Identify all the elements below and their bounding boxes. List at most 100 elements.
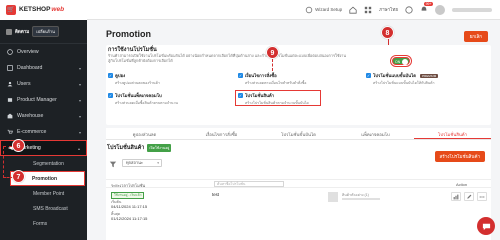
chevron-down-icon: ▾	[78, 81, 81, 87]
sidebar-item-users[interactable]: Users ▾	[0, 76, 87, 92]
shop-icon	[6, 28, 12, 35]
chat-button[interactable]	[477, 217, 495, 235]
sidebar-item-label: Product Manager	[17, 97, 57, 103]
users-icon	[7, 81, 13, 87]
wizard-setup-button[interactable]: Wizard Setup	[305, 6, 342, 14]
filter-icon	[109, 161, 117, 168]
option-combo[interactable]: ✓ โปรโมชั่นแพ็คเกจคอมโบ สร้างส่วนลดเมื่อซ…	[108, 92, 178, 106]
pencil-icon	[467, 194, 472, 199]
tab-bar: คูปองส่วนลด เงื่อนไขการสั่งซื้อ โปรโมชั่…	[106, 130, 491, 140]
tab-product-promotion[interactable]: โปรโมชั่นสินค้า	[414, 130, 491, 139]
callout-7: 7	[12, 170, 25, 183]
main-content: Promotion ยกเลิก การใช้งานโปรโมชั่น ร้าน…	[87, 20, 500, 240]
chevron-down-icon: ▾	[78, 97, 81, 103]
cart-logo-icon: 🛒	[6, 4, 16, 15]
create-promotion-button[interactable]: สร้างโปรโมชั่นสินค้า	[434, 151, 485, 162]
col-action: Action	[456, 182, 468, 187]
search-input[interactable]: ค้นหาชื่อโปรโมชั่น	[214, 181, 284, 187]
avatar[interactable]	[435, 4, 445, 15]
cart-icon	[7, 129, 13, 134]
chat-icon	[482, 223, 490, 230]
tab-tiered[interactable]: โปรโมชั่นขั้นบันได	[260, 130, 337, 139]
connector-line	[3, 146, 4, 178]
status-badge: ใช้งานอยู่ - เริ่มแล้ว	[111, 192, 145, 199]
promotion-settings-card: การใช้งานโปรโมชั่น ร้านค้าสามารถเปิดใช้ง…	[106, 45, 491, 125]
callout-8: 8	[381, 26, 394, 39]
view-button[interactable]	[451, 192, 461, 201]
list-title: โปรโมชั่นสินค้า เปิดใช้งานอยู่	[107, 144, 172, 152]
promotion-toggle[interactable]: ON	[390, 55, 412, 67]
sidebar-subitem-sms-broadcast[interactable]: SMS Broadcast	[0, 201, 87, 216]
sidebar-subitem-forms[interactable]: Forms	[0, 216, 87, 231]
start-date: 04/11/2024 11:17:15	[111, 204, 148, 209]
chevron-down-icon: ▾	[78, 65, 81, 71]
sidebar-item-label: Warehouse	[17, 113, 44, 119]
bell-icon	[421, 6, 427, 11]
checkbox[interactable]: ✓	[108, 93, 113, 98]
product-thumbnail	[328, 192, 338, 202]
cancel-button[interactable]: ยกเลิก	[463, 31, 488, 42]
connector-line	[272, 59, 273, 71]
table-row[interactable]: ใช้งานอยู่ - เริ่มแล้ว เริ่มต้น 04/11/20…	[106, 188, 491, 232]
status-badge: เปิดใช้งานอยู่	[147, 144, 172, 152]
tab-combo[interactable]: แพ็คเกจคอมโบ	[337, 130, 414, 139]
sidebar-item-dashboard[interactable]: Dashboard ▾	[0, 60, 87, 76]
warehouse-icon	[7, 113, 13, 119]
language-selector[interactable]: ภาษาไทย	[379, 6, 398, 13]
sidebar-item-ecommerce[interactable]: E-commerce ▾	[0, 124, 87, 140]
tab-order-condition[interactable]: เงื่อนไขการสั่งซื้อ	[183, 130, 260, 139]
status-filter-select[interactable]: ทุกสถานะ ▾	[122, 159, 162, 167]
sidebar-item-warehouse[interactable]: Warehouse ▾	[0, 108, 87, 124]
wand-icon	[305, 6, 313, 13]
connector-line	[388, 39, 389, 45]
sidebar-subitem-member-point[interactable]: Member Point	[0, 186, 87, 201]
more-icon	[479, 195, 485, 198]
tab-coupon[interactable]: คูปองส่วนลด	[106, 130, 183, 139]
wizard-label: Wizard Setup	[315, 7, 343, 12]
shop-name: ติดตาม	[15, 29, 30, 34]
chevron-down-icon: ▾	[78, 113, 81, 119]
notifications-button[interactable]: 99+	[420, 1, 433, 15]
option-desc: สร้างส่วนลดเมื่อซื้อสินค้าครบตามจำนวน	[115, 101, 178, 105]
toggle-knob	[402, 59, 408, 65]
premium-badge: PREMIUM	[420, 73, 439, 78]
sidebar-item-label: Dashboard	[17, 65, 43, 71]
option-tiered[interactable]: ✓ โปรโมชั่นแบบขั้นบันได PREMIUM สร้างโปรโม…	[366, 72, 439, 86]
filter-value: ทุกสถานะ	[126, 160, 144, 165]
shop-switcher[interactable]: ติดตาม เปลี่ยนร้าน	[0, 20, 87, 44]
callout-6: 6	[12, 139, 25, 152]
option-order-condition[interactable]: ✓ เงื่อนไขการสั่งซื้อ สร้างส่วนลดตามเงื่อ…	[238, 72, 306, 86]
help-icon[interactable]	[405, 5, 413, 14]
option-name: โปรโมชั่นแพ็คเกจคอมโบ	[115, 93, 162, 98]
toggle-label: ON	[395, 59, 401, 64]
promotion-list-card: คูปองส่วนลด เงื่อนไขการสั่งซื้อ โปรโมชั่…	[106, 128, 491, 240]
option-name: คูปอง	[115, 73, 126, 78]
checkbox[interactable]: ✓	[366, 73, 371, 78]
option-desc: สร้างคูปองส่วนลดของร้านค้า	[115, 81, 160, 85]
end-date: 01/12/2024 11:17:15	[111, 216, 148, 221]
option-desc: สร้างโปรโมชั่นแบบขั้นบันไดให้กับสินค้า	[373, 81, 435, 85]
chevron-up-icon: ▴	[77, 145, 80, 151]
option-coupon[interactable]: ✓ คูปอง สร้างคูปองส่วนลดของร้านค้า	[108, 72, 160, 86]
sidebar-item-overview[interactable]: Overview	[0, 44, 87, 60]
settings-description: ร้านค้าสามารถเปิดใช้งานโปรโมชั่นพร้อมกัน…	[108, 54, 347, 63]
checkbox[interactable]: ✓	[108, 73, 113, 78]
top-bar: 🛒 KETSHOPweb Wizard Setup ภาษาไทย 99+	[0, 0, 500, 20]
edit-button[interactable]	[464, 192, 474, 201]
sidebar-item-label: Overview	[17, 49, 39, 55]
checkbox[interactable]: ✓	[238, 73, 243, 78]
option-desc: สร้างส่วนลดตามเงื่อนไขสำหรับคำสั่งซื้อ	[245, 81, 307, 85]
username-placeholder[interactable]	[452, 7, 492, 12]
highlight-box	[235, 90, 321, 106]
home-icon[interactable]	[349, 6, 357, 14]
switch-shop-button[interactable]: เปลี่ยนร้าน	[32, 26, 59, 37]
page-title: Promotion	[106, 29, 151, 39]
sidebar-subitem-segmentation[interactable]: Segmentation	[0, 156, 87, 171]
sidebar-item-product-manager[interactable]: Product Manager ▾	[0, 92, 87, 108]
chevron-down-icon: ▾	[157, 161, 159, 165]
more-button[interactable]	[477, 192, 487, 201]
product-icon	[7, 98, 13, 102]
grid-icon[interactable]	[364, 6, 372, 14]
logo[interactable]: 🛒 KETSHOPweb	[0, 0, 87, 20]
chevron-down-icon: ▾	[78, 129, 81, 135]
